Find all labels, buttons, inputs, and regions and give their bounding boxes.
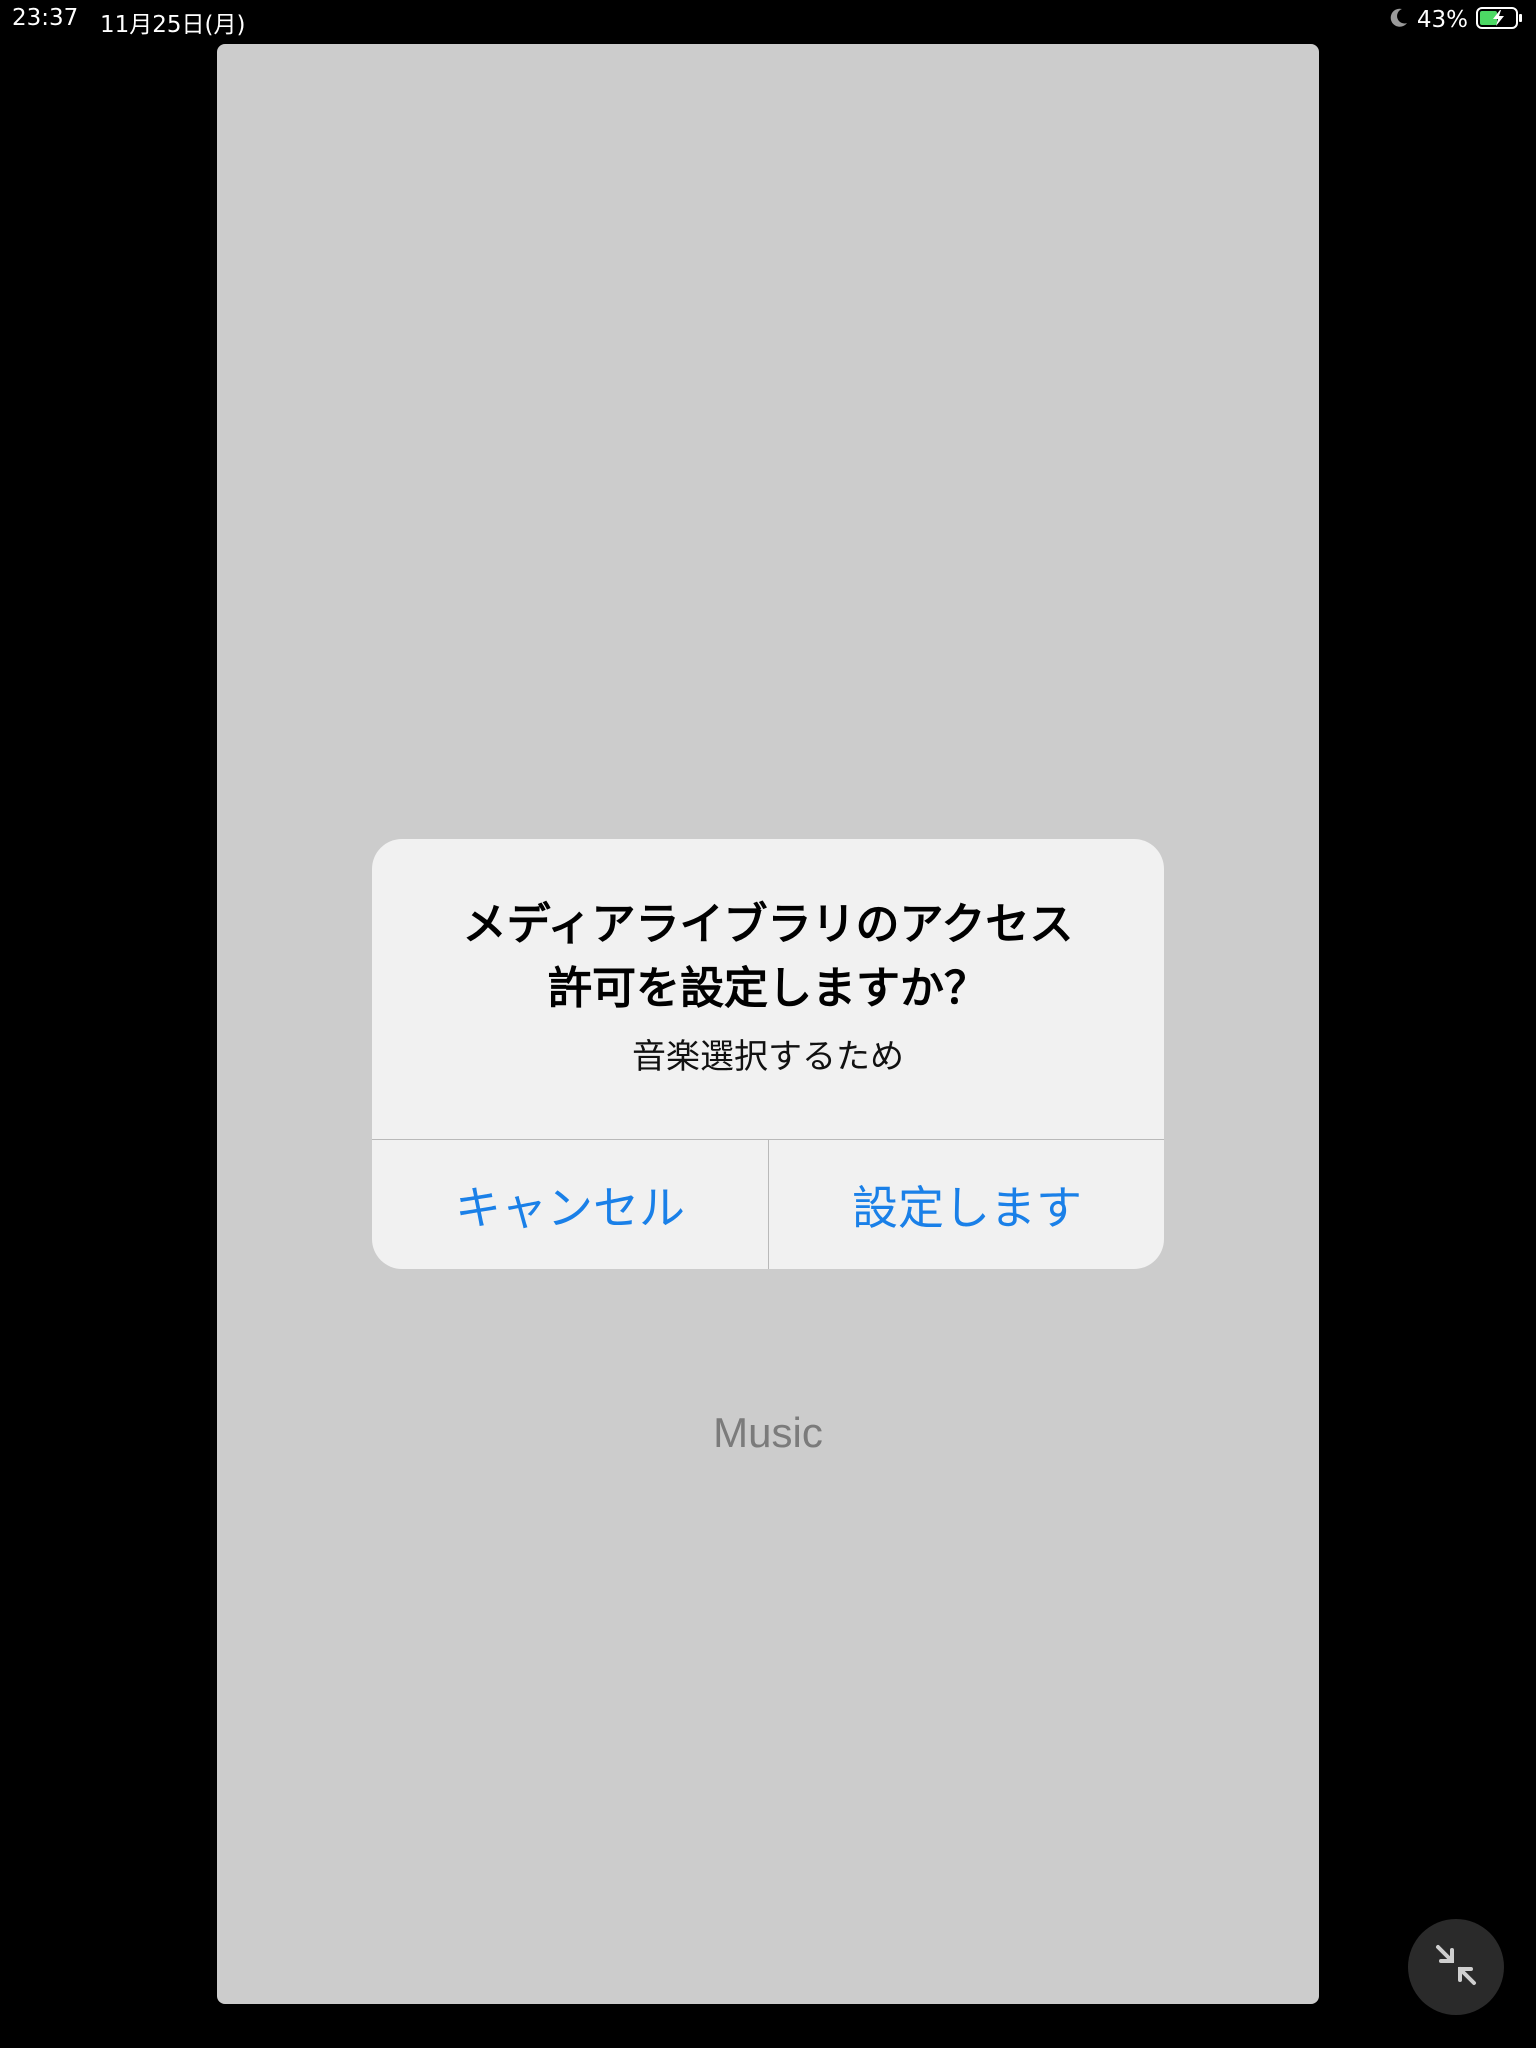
moon-icon <box>1389 7 1409 33</box>
collapse-arrows-icon <box>1432 1941 1480 1993</box>
battery-percentage: 43% <box>1416 7 1468 33</box>
music-label: Music <box>713 1409 823 1456</box>
alert-title-line-2: 許可を設定しますか？ <box>548 963 988 1014</box>
alert-message: 音楽選択するため <box>632 1037 904 1077</box>
cancel-button[interactable]: キャンセル <box>372 1140 768 1269</box>
status-date: 11月25日(月) <box>100 12 246 38</box>
status-time: 23:37 <box>12 5 79 31</box>
confirm-settings-button[interactable]: 設定します <box>769 1140 1164 1269</box>
status-bar: 23:37 11月25日(月) 43% <box>0 0 1536 40</box>
alert-title-line-1: メディアライブラリのアクセス <box>462 899 1074 950</box>
collapse-button[interactable] <box>1408 1919 1504 2015</box>
alert-title: メディアライブラリのアクセス 許可を設定しますか？ <box>412 893 1124 1021</box>
status-right-group: 43% <box>1389 5 1524 35</box>
battery-charging-icon <box>1476 6 1524 34</box>
permission-alert-dialog: メディアライブラリのアクセス 許可を設定しますか？ 音楽選択するため キャンセル… <box>372 839 1164 1269</box>
